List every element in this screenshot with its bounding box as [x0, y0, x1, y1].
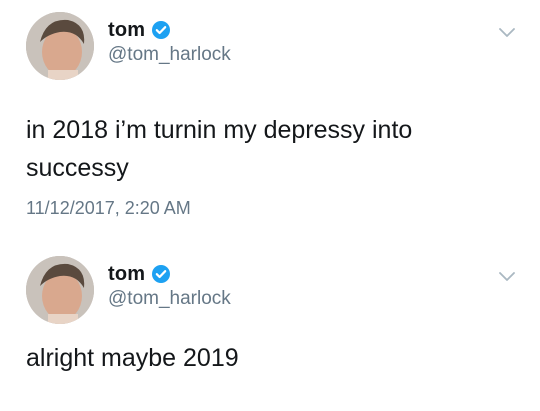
avatar[interactable]: [26, 256, 94, 324]
avatar[interactable]: [26, 12, 94, 80]
chevron-down-icon[interactable]: [498, 270, 516, 282]
name-row: tom: [108, 17, 171, 43]
timestamp[interactable]: 11/12/2017, 2:20 AM: [26, 198, 191, 219]
verified-badge-icon: [151, 20, 171, 40]
avatar-image: [26, 12, 94, 80]
tweet-text: alright maybe 2019: [26, 344, 239, 372]
display-name[interactable]: tom: [108, 263, 145, 286]
tweet-thread: tom @tom_harlock in 2018 i’m turnin my d…: [0, 0, 540, 411]
display-name[interactable]: tom: [108, 19, 145, 42]
name-row: tom: [108, 261, 171, 287]
verified-badge-icon: [151, 264, 171, 284]
chevron-down-icon[interactable]: [498, 26, 516, 38]
handle[interactable]: @tom_harlock: [108, 288, 231, 310]
tweet-text: in 2018 i’m turnin my depressy into succ…: [26, 116, 413, 182]
handle[interactable]: @tom_harlock: [108, 44, 231, 66]
avatar-image: [26, 256, 94, 324]
